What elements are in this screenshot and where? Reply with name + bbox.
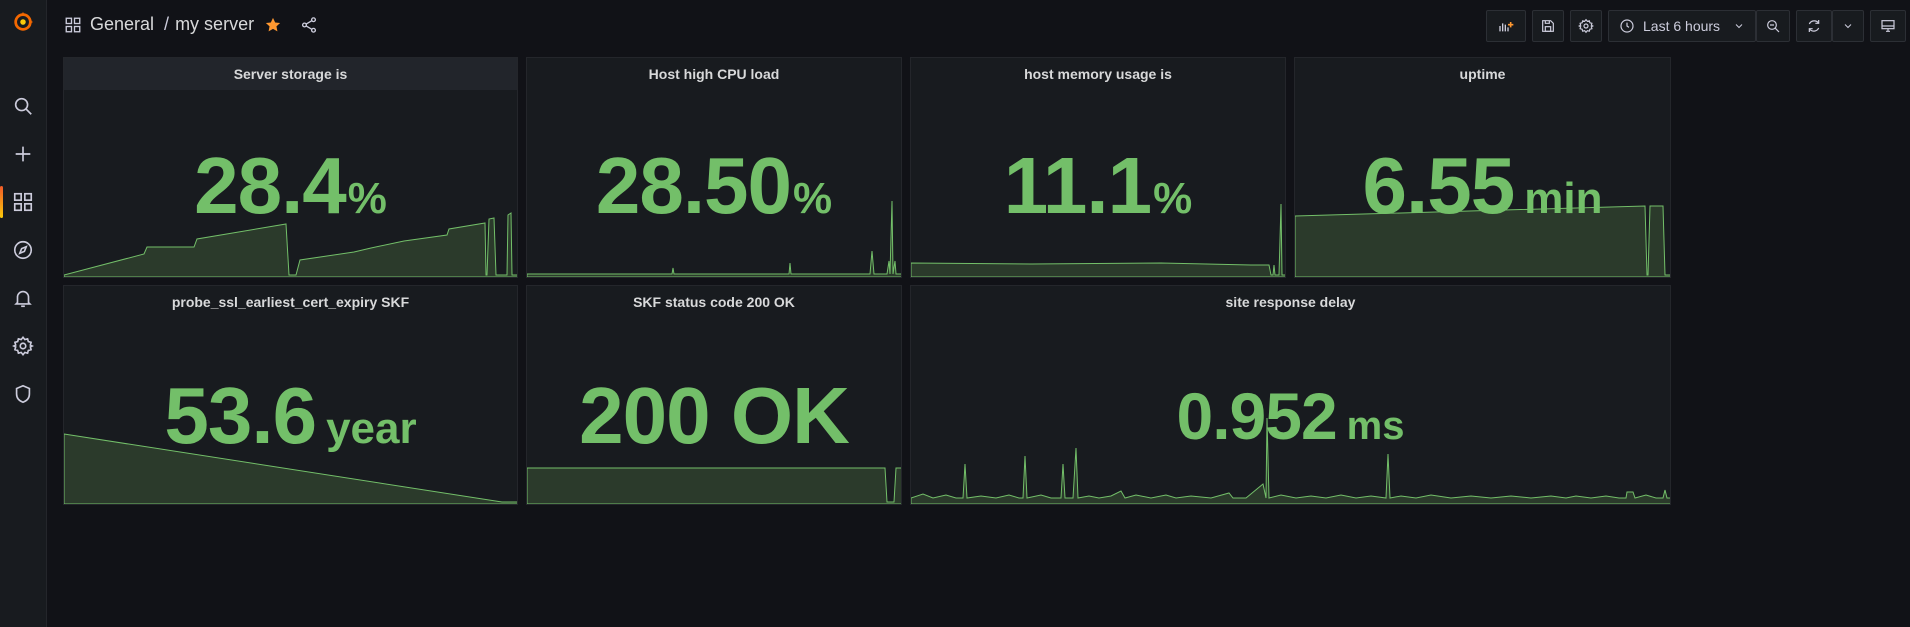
dashboard-toolbar: Last 6 hours [1486, 10, 1910, 42]
save-dashboard-button[interactable] [1532, 10, 1564, 42]
configuration-gear-icon[interactable] [0, 326, 46, 366]
breadcrumb-dashboard[interactable]: my server [175, 14, 254, 35]
save-icon [1542, 20, 1554, 32]
alerting-bell-icon[interactable] [0, 278, 46, 318]
grafana-logo-icon[interactable] [0, 2, 46, 42]
chevron-down-icon [1735, 24, 1743, 29]
time-range-label: Last 6 hours [1643, 18, 1721, 34]
stat-unit: min [1524, 174, 1603, 223]
stat-value: 28.4 [194, 141, 347, 230]
stat-value: 6.55 [1362, 141, 1516, 230]
breadcrumb-separator: / [164, 14, 170, 34]
clock-icon [1620, 19, 1634, 33]
stat-value: 11.1 [1003, 141, 1152, 230]
stat-value-display: 0.952 ms [911, 383, 1670, 449]
add-panel-button[interactable] [1486, 10, 1526, 42]
sidebar [0, 0, 47, 627]
dashboard-grid-icon [65, 17, 81, 32]
stat-unit: % [793, 174, 833, 223]
gear-icon [1578, 18, 1594, 34]
stat-unit: % [347, 174, 387, 223]
dashboard-settings-button[interactable] [1570, 10, 1602, 42]
stat-value-display: 28.4% [64, 146, 517, 226]
refresh-icon [1808, 20, 1820, 32]
plus-icon[interactable] [0, 134, 46, 174]
dashboards-icon[interactable] [0, 182, 46, 222]
breadcrumb-folder[interactable]: General [90, 14, 154, 35]
share-icon[interactable] [300, 16, 318, 34]
monitor-icon [1881, 20, 1895, 32]
star-icon[interactable] [264, 16, 282, 34]
stat-value: 53.6 [164, 371, 317, 460]
stat-unit: year [326, 404, 417, 453]
panel-host-memory-usage[interactable]: host memory usage is 11.1% [910, 57, 1286, 278]
explore-compass-icon[interactable] [0, 230, 46, 270]
panel-uptime[interactable]: uptime 6.55 min [1294, 57, 1671, 278]
stat-value: 200 OK [579, 371, 850, 460]
cycle-view-mode-button[interactable] [1870, 10, 1906, 42]
stat-value-display: 28.50% [527, 146, 901, 226]
stat-unit: % [1153, 174, 1193, 223]
panel-site-response-delay[interactable]: site response delay 0.952 ms [910, 285, 1671, 505]
stat-value: 28.50 [595, 141, 792, 230]
panel-server-storage[interactable]: Server storage is 28.4% [63, 57, 518, 278]
breadcrumb: General / my server [64, 14, 326, 35]
refresh-interval-dropdown[interactable] [1832, 10, 1864, 42]
stat-value-display: 53.6 year [64, 376, 517, 456]
search-icon[interactable] [0, 86, 46, 126]
dashboard-navbar: General / my server Last 6 hours [46, 0, 1910, 52]
stat-value-display: 6.55 min [1295, 146, 1670, 226]
time-range-picker[interactable]: Last 6 hours [1608, 10, 1756, 42]
shield-icon[interactable] [0, 374, 46, 414]
panel-status-code[interactable]: SKF status code 200 OK 200 OK [526, 285, 902, 505]
panel-host-cpu-load[interactable]: Host high CPU load 28.50% [526, 57, 902, 278]
stat-unit: ms [1346, 404, 1405, 448]
chevron-down-icon [1844, 24, 1852, 29]
zoom-out-icon [1767, 20, 1780, 33]
add-panel-icon [1499, 22, 1514, 32]
stat-value-display: 200 OK [527, 376, 901, 456]
panel-ssl-cert-expiry[interactable]: probe_ssl_earliest_cert_expiry SKF 53.6 y… [63, 285, 518, 505]
zoom-out-button[interactable] [1756, 10, 1790, 42]
stat-value: 0.952 [1176, 379, 1338, 453]
refresh-button[interactable] [1796, 10, 1832, 42]
stat-value-display: 11.1% [911, 146, 1285, 226]
